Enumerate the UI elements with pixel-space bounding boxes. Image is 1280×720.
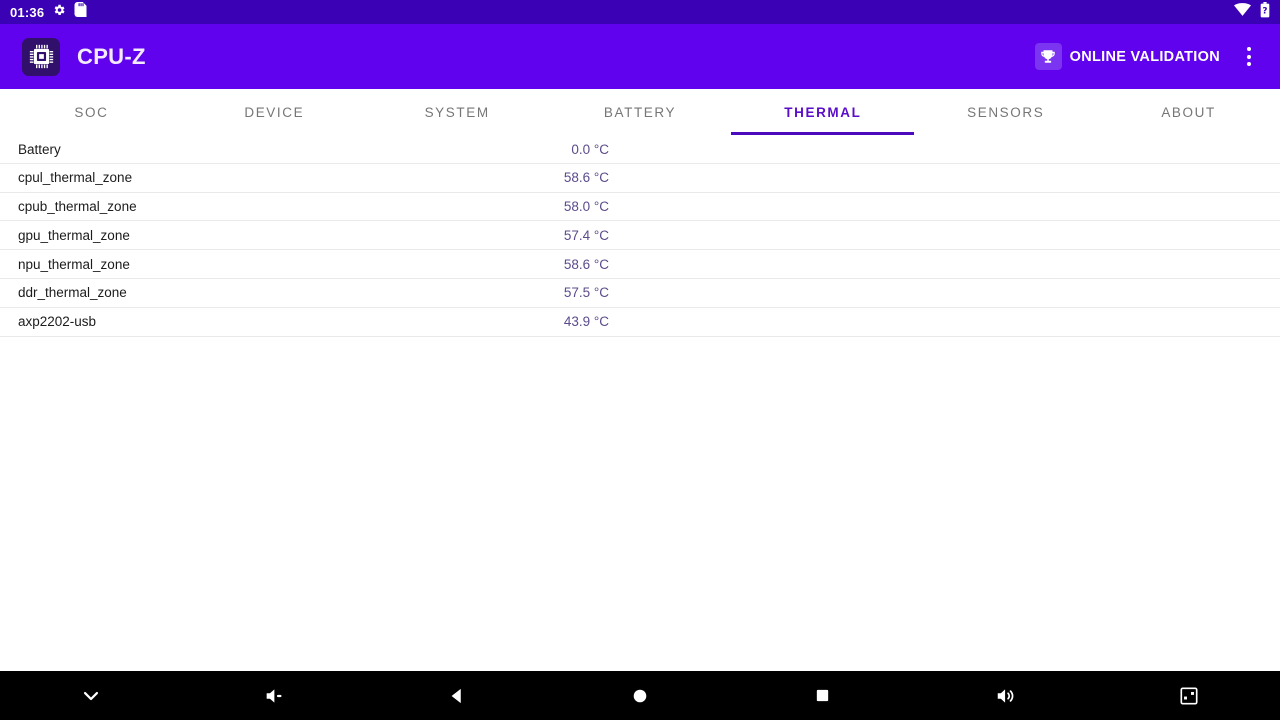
overflow-menu-icon[interactable] [1232,35,1266,79]
tab-soc[interactable]: SOC [0,89,183,135]
volume-down-icon[interactable] [183,671,366,720]
tab-label: BATTERY [604,105,676,120]
row-value: 57.5 °C [0,285,609,300]
tab-label: THERMAL [784,105,861,120]
home-icon[interactable] [549,671,732,720]
wifi-icon [1234,3,1251,21]
table-row[interactable]: gpu_thermal_zone 57.4 °C [0,221,1280,250]
screenshot-icon[interactable] [1097,671,1280,720]
row-value: 58.0 °C [0,199,609,214]
tab-bar: SOC DEVICE SYSTEM BATTERY THERMAL SENSOR… [0,89,1280,135]
tab-label: ABOUT [1161,105,1216,120]
overflow-dot [1247,47,1251,51]
trophy-icon [1035,43,1062,70]
status-bar: 01:36 [0,0,1280,24]
thermal-list: Battery 0.0 °C cpul_thermal_zone 58.6 °C… [0,135,1280,671]
tab-label: SYSTEM [425,105,490,120]
status-bar-right: ? [1234,2,1270,23]
tab-system[interactable]: SYSTEM [366,89,549,135]
status-bar-left: 01:36 [10,2,87,22]
recents-icon[interactable] [731,671,914,720]
row-value: 0.0 °C [0,142,609,157]
svg-text:?: ? [1262,6,1267,16]
navigation-bar [0,671,1280,720]
back-icon[interactable] [366,671,549,720]
overflow-dot [1247,62,1251,66]
sd-card-icon [74,2,87,22]
tab-sensors[interactable]: SENSORS [914,89,1097,135]
row-value: 58.6 °C [0,170,609,185]
battery-unknown-icon: ? [1260,2,1270,23]
status-clock: 01:36 [10,6,44,19]
tab-thermal[interactable]: THERMAL [731,89,914,135]
row-value: 43.9 °C [0,314,609,329]
overflow-dot [1247,55,1251,59]
app-title: CPU-Z [77,44,146,70]
tab-label: SOC [74,105,108,120]
app-bar: CPU-Z ONLINE VALIDATION [0,24,1280,89]
table-row[interactable]: axp2202-usb 43.9 °C [0,308,1280,337]
tab-device[interactable]: DEVICE [183,89,366,135]
settings-gear-icon [52,3,66,22]
online-validation-label: ONLINE VALIDATION [1070,49,1220,65]
row-value: 57.4 °C [0,228,609,243]
online-validation-button[interactable]: ONLINE VALIDATION [1035,43,1220,70]
tab-about[interactable]: ABOUT [1097,89,1280,135]
tab-battery[interactable]: BATTERY [549,89,732,135]
table-row[interactable]: npu_thermal_zone 58.6 °C [0,250,1280,279]
row-value: 58.6 °C [0,257,609,272]
table-row[interactable]: ddr_thermal_zone 57.5 °C [0,279,1280,308]
tab-label: DEVICE [244,105,304,120]
volume-up-icon[interactable] [914,671,1097,720]
android-screen: 01:36 [0,0,1280,720]
table-row[interactable]: Battery 0.0 °C [0,135,1280,164]
hide-keyboard-chevron-down-icon[interactable] [0,671,183,720]
table-row[interactable]: cpub_thermal_zone 58.0 °C [0,193,1280,222]
tab-label: SENSORS [967,105,1044,120]
cpu-chip-icon [22,38,60,76]
table-row[interactable]: cpul_thermal_zone 58.6 °C [0,164,1280,193]
